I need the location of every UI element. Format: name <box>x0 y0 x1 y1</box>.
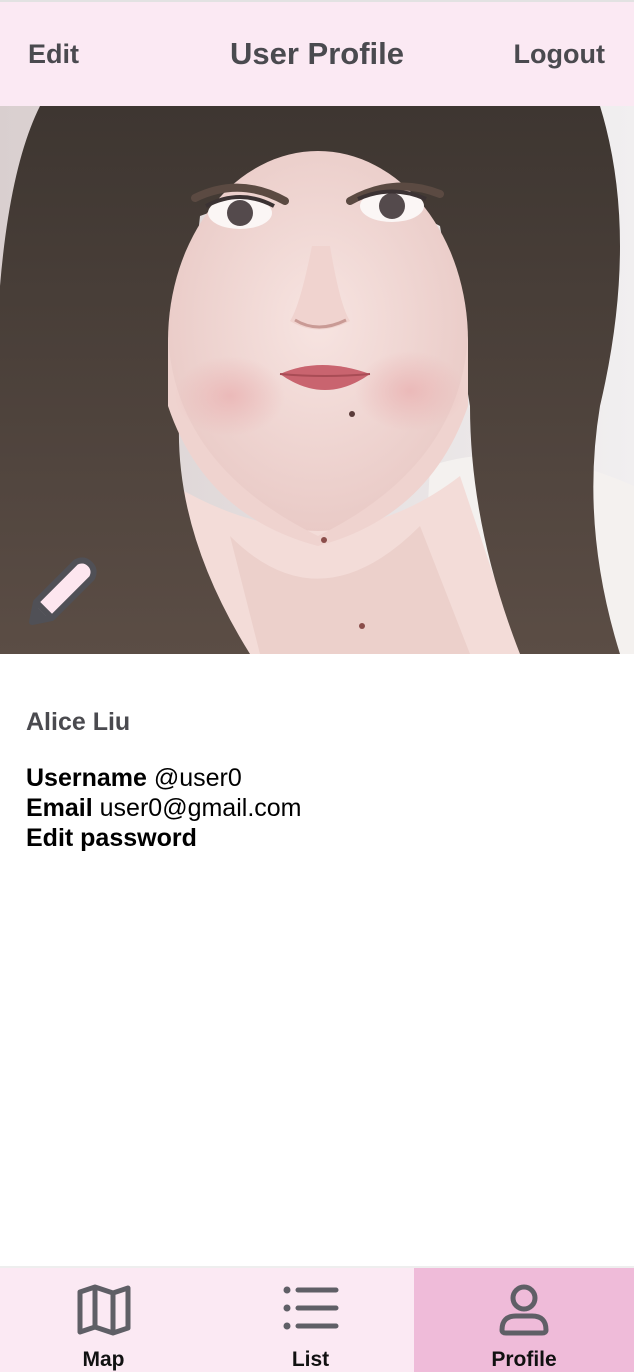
email-label: Email <box>26 794 93 822</box>
tab-map-label: Map <box>82 1348 125 1371</box>
map-icon <box>77 1284 130 1336</box>
full-name: Alice Liu <box>26 708 131 736</box>
edit-photo-button[interactable] <box>26 554 102 630</box>
username-label: Username <box>26 764 147 792</box>
username-value: @user0 <box>153 764 242 792</box>
tab-map[interactable]: Map <box>0 1268 207 1372</box>
profile-info: Alice Liu Username @user0 Email user0@gm… <box>26 708 606 853</box>
bottom-tab-bar: Map List Profile <box>0 1266 634 1372</box>
tab-profile-label: Profile <box>491 1348 557 1371</box>
username-row: Username @user0 <box>26 763 606 793</box>
email-row: Email user0@gmail.com <box>26 793 606 823</box>
tab-profile[interactable]: Profile <box>414 1268 634 1372</box>
pencil-icon <box>29 557 97 625</box>
tab-list-label: List <box>291 1348 330 1371</box>
tab-list[interactable]: List <box>207 1268 414 1372</box>
email-value: user0@gmail.com <box>99 794 302 822</box>
logout-button[interactable]: Logout <box>514 39 605 70</box>
top-app-bar: Edit User Profile Logout <box>0 0 634 106</box>
edit-password-link[interactable]: Edit password <box>26 823 606 853</box>
user-icon <box>499 1284 549 1336</box>
profile-photo <box>0 106 634 654</box>
list-icon <box>283 1286 338 1330</box>
